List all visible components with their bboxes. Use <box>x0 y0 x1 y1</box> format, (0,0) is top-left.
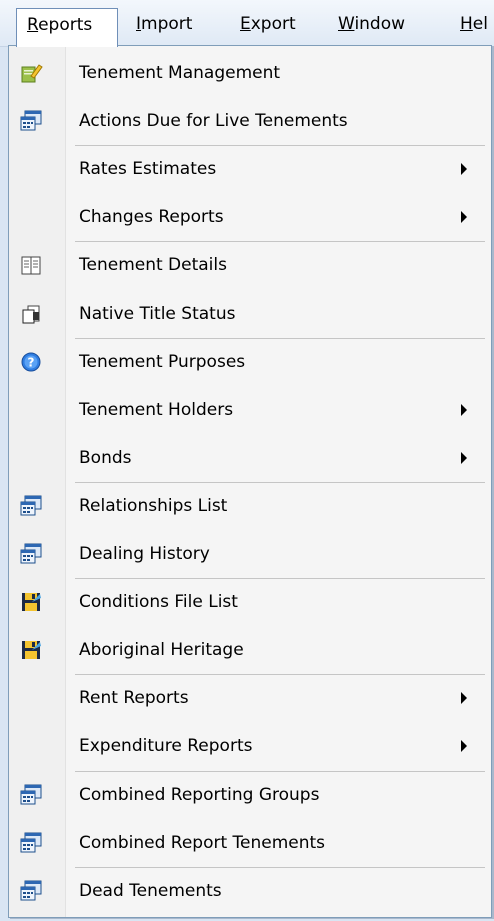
menu-item-tenement-purposes[interactable]: ? Tenement Purposes <box>9 339 491 385</box>
menu-item-label: Changes Reports <box>79 207 224 228</box>
document-stack-icon <box>19 302 43 326</box>
report-window-icon <box>19 542 43 566</box>
menu-item-aboriginal-heritage[interactable]: Aboriginal Heritage <box>9 627 491 673</box>
menu-item-dead-tenements[interactable]: Dead Tenements <box>9 868 491 914</box>
menu-import-label: Import <box>136 14 193 34</box>
menu-item-expenditure-reports[interactable]: Expenditure Reports <box>9 723 491 769</box>
menu-item-rent-reports[interactable]: Rent Reports <box>9 675 491 721</box>
menu-item-label: Conditions File List <box>79 592 238 613</box>
menu-item-actions-due-for-live-tenements[interactable]: Actions Due for Live Tenements <box>9 98 491 144</box>
menu-import[interactable]: Import <box>136 8 192 40</box>
menu-item-label: Rates Estimates <box>79 159 217 180</box>
notepad-pencil-icon <box>19 61 43 85</box>
submenu-arrow-icon <box>461 451 467 464</box>
menu-item-label: Dealing History <box>79 544 210 564</box>
menu-item-label: Aboriginal Heritage <box>79 640 244 661</box>
menu-item-changes-reports[interactable]: Changes Reports <box>9 194 491 240</box>
report-window-icon <box>19 831 43 855</box>
menu-item-tenement-holders[interactable]: Tenement Holders <box>9 387 491 433</box>
submenu-arrow-icon <box>461 403 467 416</box>
submenu-arrow-icon <box>461 211 467 224</box>
menu-item-native-title-status[interactable]: Native Title Status <box>9 291 491 337</box>
submenu-arrow-icon <box>461 692 467 705</box>
menu-item-label: Tenement Details <box>79 255 227 276</box>
submenu-arrow-icon <box>461 163 467 176</box>
reports-dropdown-menu: Tenement Management Actions Due for Live … <box>8 45 492 918</box>
report-window-icon <box>19 783 43 807</box>
menu-export[interactable]: Export <box>240 8 296 40</box>
menu-item-label: Actions Due for Live Tenements <box>79 111 348 132</box>
menu-item-label: Combined Reporting Groups <box>79 784 320 805</box>
report-window-icon <box>19 494 43 518</box>
report-window-icon <box>19 879 43 903</box>
help-circle-icon: ? <box>19 350 43 374</box>
menu-item-bonds[interactable]: Bonds <box>9 435 491 481</box>
menu-export-label: Export <box>240 14 296 34</box>
menu-window[interactable]: Window <box>338 8 405 40</box>
menu-item-label: Rent Reports <box>79 688 189 709</box>
save-disk-icon <box>19 638 43 662</box>
menu-item-label: Tenement Holders <box>79 399 234 420</box>
menu-item-combined-report-tenements[interactable]: Combined Report Tenements <box>9 820 491 866</box>
menu-item-conditions-file-list[interactable]: Conditions File List <box>9 579 491 625</box>
report-window-icon <box>19 109 43 133</box>
menu-item-label: Dead Tenements <box>79 880 222 901</box>
menu-item-label: Combined Report Tenements <box>79 832 326 853</box>
menu-item-label: Tenement Management <box>79 63 281 83</box>
menu-help[interactable]: Hel <box>460 8 488 40</box>
menu-item-label: Tenement Purposes <box>79 351 246 372</box>
save-disk-icon <box>19 590 43 614</box>
two-column-grid-icon <box>19 253 43 277</box>
menu-bar: Reports Import Export Window Hel <box>0 0 494 47</box>
menu-item-relationships-list[interactable]: Relationships List <box>9 483 491 529</box>
menu-window-label: Window <box>338 14 406 34</box>
menu-item-rates-estimates[interactable]: Rates Estimates <box>9 146 491 192</box>
menu-reports[interactable]: Reports <box>16 8 118 47</box>
menu-item-combined-reporting-groups[interactable]: Combined Reporting Groups <box>9 772 491 818</box>
menu-item-label: Native Title Status <box>79 303 236 324</box>
menu-item-label: Bonds <box>79 447 132 468</box>
menu-item-label: Expenditure Reports <box>79 736 253 757</box>
menu-item-tenement-details[interactable]: Tenement Details <box>9 242 491 288</box>
menu-help-label: Hel <box>460 14 488 34</box>
menu-reports-label: Reports <box>27 15 93 35</box>
menu-item-tenement-management[interactable]: Tenement Management <box>9 50 491 96</box>
svg-text:?: ? <box>28 355 35 369</box>
menu-item-dealing-history[interactable]: Dealing History <box>9 531 491 577</box>
submenu-arrow-icon <box>461 740 467 753</box>
menu-item-label: Relationships List <box>79 495 228 516</box>
